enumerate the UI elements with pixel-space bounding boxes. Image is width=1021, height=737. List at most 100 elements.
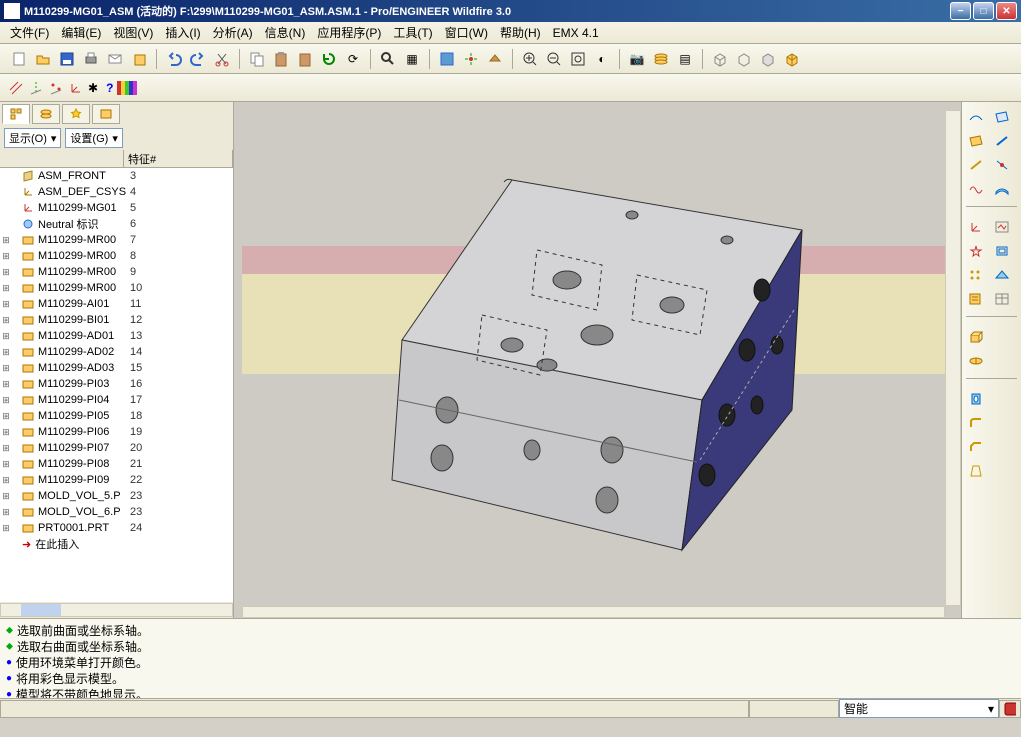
maximize-button[interactable]: □ (973, 2, 994, 20)
tree-row[interactable]: ⊞M110299-PI0720 (0, 440, 210, 456)
expand-icon[interactable]: ⊞ (0, 507, 12, 518)
regen-manager-button[interactable]: ⟳ (342, 48, 364, 70)
paste-button[interactable] (270, 48, 292, 70)
tree-row[interactable]: ⊞M110299-BI0112 (0, 312, 210, 328)
expand-icon[interactable]: ⊞ (0, 283, 12, 294)
undo-button[interactable] (163, 48, 185, 70)
datum-plane-button[interactable] (8, 80, 24, 96)
cut-button[interactable] (211, 48, 233, 70)
surf-button[interactable] (990, 178, 1014, 200)
plane-button[interactable] (990, 106, 1014, 128)
copy-button[interactable] (246, 48, 268, 70)
wireframe-button[interactable] (709, 48, 731, 70)
tree-tab-fav[interactable] (62, 104, 90, 124)
menu-item[interactable]: 应用程序(P) (311, 22, 387, 43)
tree-row[interactable]: ⊞MOLD_VOL_5.P23 (0, 488, 210, 504)
point2-button[interactable] (990, 154, 1014, 176)
expand-icon[interactable]: ⊞ (0, 427, 12, 438)
tree-row[interactable]: ⊞M110299-AD0315 (0, 360, 210, 376)
table-button[interactable] (990, 288, 1014, 310)
tree-row[interactable]: ⊞M110299-PI0619 (0, 424, 210, 440)
tree-tab-layer[interactable] (32, 104, 60, 124)
expand-icon[interactable]: ⊞ (0, 411, 12, 422)
expand-icon[interactable]: ⊞ (0, 491, 12, 502)
expand-icon[interactable]: ⊞ (0, 395, 12, 406)
status-stop-button[interactable] (999, 700, 1021, 718)
saved-view-button[interactable]: 📷 (626, 48, 648, 70)
tree-row[interactable]: ⊞M110299-MR008 (0, 248, 210, 264)
note-button[interactable] (964, 288, 988, 310)
save-button[interactable] (56, 48, 78, 70)
axis-button[interactable] (990, 130, 1014, 152)
expand-icon[interactable]: ⊞ (0, 523, 12, 534)
new-button[interactable] (8, 48, 30, 70)
tree-row[interactable]: ASM_DEF_CSYS4 (0, 184, 210, 200)
expand-icon[interactable]: ⊞ (0, 363, 12, 374)
tree-row[interactable]: ⊞M110299-AD0113 (0, 328, 210, 344)
nohidden-button[interactable] (757, 48, 779, 70)
expand-icon[interactable]: ⊞ (0, 331, 12, 342)
repaint-button[interactable] (436, 48, 458, 70)
expand-icon[interactable]: ⊞ (0, 251, 12, 262)
menu-item[interactable]: 编辑(E) (55, 22, 107, 43)
plane2-button[interactable] (964, 130, 988, 152)
tree-h-scrollbar[interactable] (0, 602, 233, 618)
regenerate-button[interactable] (318, 48, 340, 70)
tree-row[interactable]: ASM_FRONT3 (0, 168, 210, 184)
sketch-curve-button[interactable] (964, 106, 988, 128)
3d-viewport[interactable]: ↖ (234, 102, 961, 618)
view-manager-button[interactable]: ▤ (674, 48, 696, 70)
hidden-button[interactable] (733, 48, 755, 70)
open-button[interactable] (32, 48, 54, 70)
draft-button[interactable] (964, 460, 988, 482)
expand-icon[interactable]: ⊞ (0, 267, 12, 278)
model-tree[interactable]: ASM_FRONT3ASM_DEF_CSYS4M110299-MG015Neut… (0, 168, 233, 602)
tree-row[interactable]: ⊞MOLD_VOL_6.P23 (0, 504, 210, 520)
print-button[interactable] (80, 48, 102, 70)
orient-button[interactable] (484, 48, 506, 70)
round-button[interactable] (964, 412, 988, 434)
viewport-v-scrollbar[interactable] (945, 110, 961, 606)
settings-dropdown[interactable]: 设置(G)▾ (65, 128, 122, 148)
expand-icon[interactable]: ⊞ (0, 347, 12, 358)
tree-row[interactable]: ⊞M110299-PI0518 (0, 408, 210, 424)
reorient-button[interactable]: ◐ (591, 48, 613, 70)
tree-row[interactable]: ⊞PRT0001.PRT24 (0, 520, 210, 536)
zoomout-button[interactable] (543, 48, 565, 70)
tree-tab-model[interactable] (2, 104, 30, 124)
expand-icon[interactable]: ⊞ (0, 315, 12, 326)
paste-special-button[interactable] (294, 48, 316, 70)
datum-axis-button[interactable] (28, 80, 44, 96)
close-button[interactable]: ✕ (996, 2, 1017, 20)
tree-tab-4[interactable] (92, 104, 120, 124)
spin-center-button[interactable] (460, 48, 482, 70)
viewport-h-scrollbar[interactable] (242, 606, 945, 618)
csys2-button[interactable] (964, 216, 988, 238)
layer-button[interactable] (650, 48, 672, 70)
tree-row[interactable]: ⊞M110299-MR009 (0, 264, 210, 280)
save-copy-button[interactable] (128, 48, 150, 70)
hole-button[interactable] (964, 388, 988, 410)
tree-row[interactable]: ⊞M110299-PI0922 (0, 472, 210, 488)
tree-row[interactable]: ⊞M110299-PI0316 (0, 376, 210, 392)
email-button[interactable] (104, 48, 126, 70)
tree-row[interactable]: ⊞M110299-AI0111 (0, 296, 210, 312)
tree-row[interactable]: M110299-MG015 (0, 200, 210, 216)
annot-button[interactable]: ✱ (88, 81, 98, 95)
offset-button[interactable] (990, 240, 1014, 262)
expand-icon[interactable]: ⊞ (0, 379, 12, 390)
tree-row[interactable]: ⊞M110299-PI0821 (0, 456, 210, 472)
tree-row[interactable]: ⊞M110299-MR007 (0, 232, 210, 248)
refit-button[interactable] (567, 48, 589, 70)
spline-button[interactable] (964, 178, 988, 200)
expand-icon[interactable]: ⊞ (0, 475, 12, 486)
menu-item[interactable]: 帮助(H) (494, 22, 547, 43)
expand-icon[interactable]: ⊞ (0, 299, 12, 310)
tree-row[interactable]: ⊞M110299-PI0417 (0, 392, 210, 408)
menu-item[interactable]: 工具(T) (387, 22, 438, 43)
menu-item[interactable]: 文件(F) (4, 22, 55, 43)
tree-row[interactable]: Neutral 标识6 (0, 216, 210, 232)
redo-button[interactable] (187, 48, 209, 70)
datum-point-button[interactable] (48, 80, 64, 96)
extrude-button[interactable] (964, 326, 988, 348)
